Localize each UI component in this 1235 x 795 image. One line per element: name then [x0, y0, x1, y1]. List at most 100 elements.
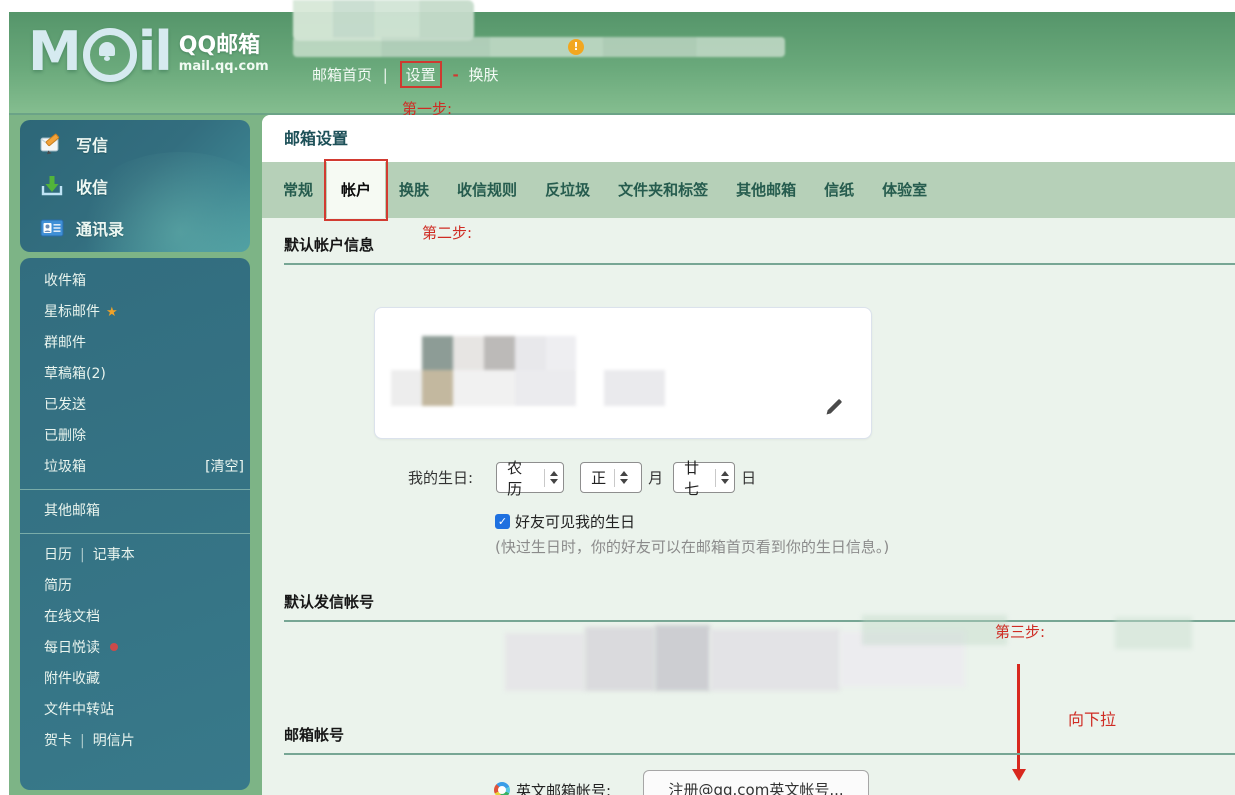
resume-label: 简历 [44, 578, 72, 594]
nav-settings-link-annotated[interactable]: 设置 [400, 61, 442, 88]
calendar-type-value: 农历 [507, 457, 536, 499]
logo-bell-icon [83, 28, 137, 82]
write-mail-label: 写信 [76, 132, 108, 156]
notes-link[interactable]: 记事本 [93, 547, 135, 563]
settings-main-panel: 邮箱设置 常规 帐户 换肤 收信规则 反垃圾 文件夹和标签 其他邮箱 信纸 体验… [262, 115, 1235, 795]
header-nav: 邮箱首页 | 设置 - 换肤 [312, 61, 498, 88]
calendar-type-select[interactable]: 农历 [496, 462, 564, 493]
english-account-label: 英文邮箱帐号: [516, 780, 611, 795]
daily-read-label: 每日悦读 [44, 640, 100, 656]
tab-stationery[interactable]: 信纸 [810, 162, 868, 218]
sidebar-item-write-mail[interactable]: 写信 [20, 123, 250, 165]
file-transfer-label: 文件中转站 [44, 702, 114, 718]
qqmail-logo[interactable]: M il QQ邮箱 mail.qq.com [28, 22, 269, 82]
app-header: M il QQ邮箱 mail.qq.com 邮箱首页 | 设置 - 换肤 第一步… [9, 12, 1235, 115]
online-docs-label: 在线文档 [44, 609, 100, 625]
qq-account-color-icon [494, 782, 510, 795]
postcard-link[interactable]: 明信片 [93, 733, 135, 749]
sidebar-compose-panel: 写信 收信 通讯录 [20, 120, 250, 252]
birth-month-select[interactable]: 正 [580, 462, 642, 493]
nav-skin-link[interactable]: 换肤 [468, 66, 498, 84]
birth-day-value: 廿七 [684, 457, 707, 499]
nav-separator: | [383, 66, 388, 84]
sidebar-item-starred[interactable]: 星标邮件★ [20, 297, 250, 328]
greeting-card-link[interactable]: 贺卡 [44, 733, 72, 749]
attachments-label: 附件收藏 [44, 671, 100, 687]
select-spinner-icon [620, 471, 628, 484]
other-mailbox-label: 其他邮箱 [44, 503, 100, 519]
sidebar-item-group-mail[interactable]: 群邮件 [20, 328, 250, 359]
sidebar-divider [20, 533, 250, 534]
sidebar-item-sent[interactable]: 已发送 [20, 390, 250, 421]
receive-mail-label: 收信 [76, 174, 108, 198]
tab-general[interactable]: 常规 [269, 162, 327, 218]
title-row: 邮箱设置 [262, 115, 1235, 162]
english-account-row: 英文邮箱帐号: 注册@qq.com英文帐号... [494, 770, 869, 795]
sidebar-item-daily-read[interactable]: 每日悦读 [20, 633, 250, 664]
birthday-visible-label: 好友可见我的生日 [515, 511, 635, 532]
sidebar-item-drafts[interactable]: 草稿箱(2) [20, 359, 250, 390]
logo-letters-il: il [138, 25, 171, 79]
sidebar-item-other-mailbox[interactable]: 其他邮箱 [20, 496, 250, 527]
calendar-link[interactable]: 日历 [44, 547, 72, 563]
page-title: 邮箱设置 [284, 115, 348, 162]
sidebar-item-attachments[interactable]: 附件收藏 [20, 664, 250, 695]
sent-label: 已发送 [44, 397, 86, 413]
brand-block: QQ邮箱 mail.qq.com [179, 33, 269, 75]
sidebar-item-trash[interactable]: [清空] 垃圾箱 [20, 452, 250, 483]
select-spinner-icon [550, 471, 558, 484]
mini-separator: | [80, 733, 85, 749]
sidebar-item-receive-mail[interactable]: 收信 [20, 165, 250, 207]
select-spinner-icon [721, 471, 729, 484]
contacts-label: 通讯录 [76, 216, 124, 240]
sidebar-item-resume[interactable]: 简历 [20, 571, 250, 602]
redacted-user-info-blur [293, 0, 474, 41]
birthday-visible-checkbox[interactable]: ✓ [495, 514, 510, 529]
tab-mail-rules[interactable]: 收信规则 [443, 162, 531, 218]
qqmail-settings-page: M il QQ邮箱 mail.qq.com 邮箱首页 | 设置 - 换肤 第一步… [0, 0, 1235, 795]
trash-empty-action[interactable]: [清空] [205, 452, 244, 483]
tab-lab[interactable]: 体验室 [868, 162, 941, 218]
nav-dash: - [452, 66, 458, 84]
edit-pencil-icon[interactable] [823, 396, 845, 418]
star-icon: ★ [106, 305, 118, 320]
register-english-account-button[interactable]: 注册@qq.com英文帐号... [643, 770, 869, 795]
deleted-label: 已删除 [44, 428, 86, 444]
drafts-label: 草稿箱(2) [44, 366, 106, 382]
month-unit-label: 月 [648, 467, 663, 488]
section-heading-default-account-info: 默认帐户信息 [284, 234, 1235, 265]
sidebar-item-inbox[interactable]: 收件箱 [20, 266, 250, 297]
tab-folders-labels[interactable]: 文件夹和标签 [604, 162, 722, 218]
settings-tab-bar: 常规 帐户 换肤 收信规则 反垃圾 文件夹和标签 其他邮箱 信纸 体验室 [262, 162, 1235, 218]
red-dot-icon [110, 643, 118, 651]
trash-label: 垃圾箱 [44, 459, 86, 475]
brand-name: QQ邮箱 [179, 33, 269, 59]
tab-other-mailbox[interactable]: 其他邮箱 [722, 162, 810, 218]
section-heading-mail-account: 邮箱帐号 [284, 724, 1235, 755]
tab-skin[interactable]: 换肤 [385, 162, 443, 218]
birth-day-select[interactable]: 廿七 [673, 462, 735, 493]
sidebar-item-online-docs[interactable]: 在线文档 [20, 602, 250, 633]
redacted-account-blur [375, 308, 871, 438]
annotation-step3: 第三步: [995, 621, 1045, 642]
nav-mail-home-link[interactable]: 邮箱首页 [312, 66, 372, 84]
warning-icon[interactable]: ! [568, 39, 584, 55]
sidebar-folders-panel: 收件箱 星标邮件★ 群邮件 草稿箱(2) 已发送 已删除 [清空] 垃圾箱 其他… [20, 258, 250, 790]
group-mail-label: 群邮件 [44, 335, 86, 351]
birthday-visibility-row: ✓ 好友可见我的生日 [495, 511, 635, 532]
account-info-card [374, 307, 872, 439]
sidebar-divider [20, 489, 250, 490]
sidebar-item-deleted[interactable]: 已删除 [20, 421, 250, 452]
sidebar-item-calendar-notes: 日历|记事本 [20, 540, 250, 571]
contacts-card-icon [40, 216, 64, 240]
sidebar-item-cards: 贺卡 | 明信片 [20, 726, 250, 757]
inbox-label: 收件箱 [44, 273, 86, 289]
tab-antispam[interactable]: 反垃圾 [531, 162, 604, 218]
sidebar-item-contacts[interactable]: 通讯录 [20, 207, 250, 249]
tab-account[interactable]: 帐户 [327, 162, 385, 218]
day-unit-label: 日 [741, 467, 756, 488]
birthday-note: (快过生日时，你的好友可以在邮箱首页看到你的生日信息。) [495, 536, 889, 557]
birthday-row: 我的生日: 农历 正 月 廿七 日 [408, 462, 766, 493]
sidebar-item-file-transfer[interactable]: 文件中转站 [20, 695, 250, 726]
compose-pencil-icon [40, 132, 64, 156]
